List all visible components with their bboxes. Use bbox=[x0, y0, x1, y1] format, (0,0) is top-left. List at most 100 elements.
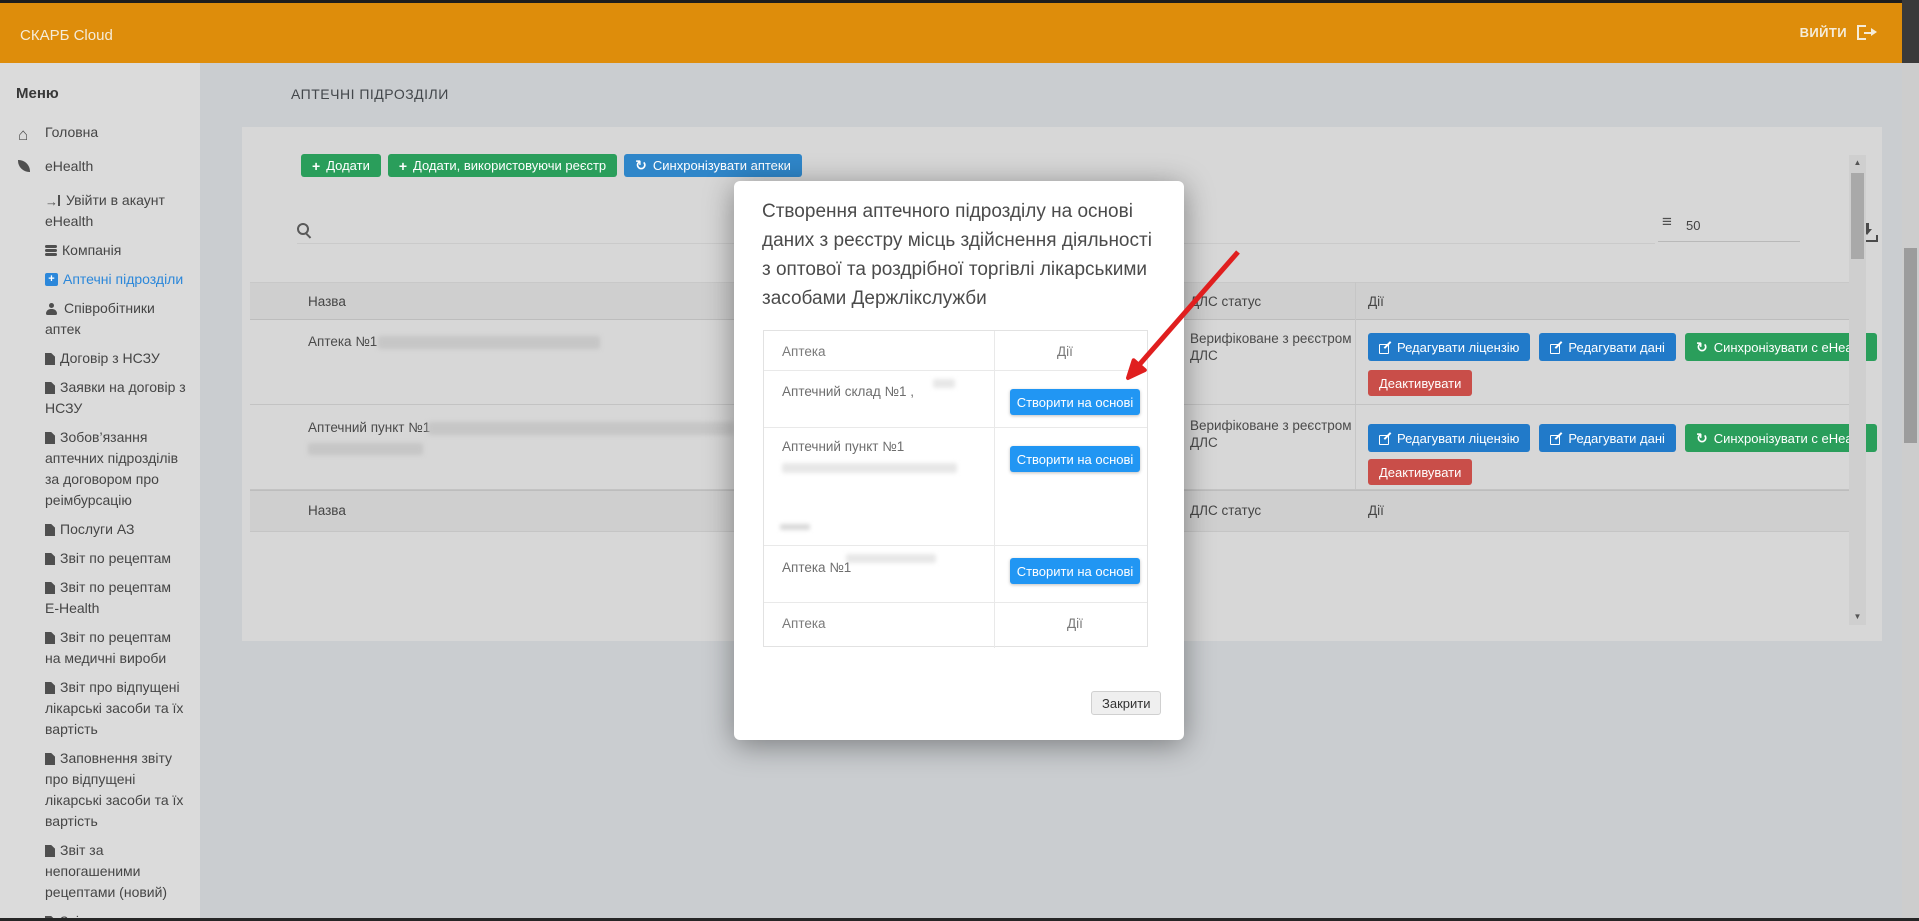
sign-in-icon bbox=[45, 195, 61, 207]
modal-table-footer: Аптека Дії bbox=[764, 603, 1147, 647]
modal-column-actions: Дії bbox=[1057, 344, 1073, 359]
edit-icon bbox=[1550, 432, 1562, 444]
users-icon bbox=[45, 303, 59, 315]
logout-label: ВИЙТИ bbox=[1800, 25, 1847, 40]
row-actions: Редагувати ліцензію Редагувати дані Синх… bbox=[1368, 333, 1877, 361]
modal-row-name: Аптечний пункт №1 bbox=[782, 439, 904, 454]
sidebar-item-dispensed-report[interactable]: Звіт про відпущені лікарські засоби та ї… bbox=[0, 677, 200, 740]
browser-scrollbar[interactable] bbox=[1902, 0, 1919, 921]
edit-license-button[interactable]: Редагувати ліцензію bbox=[1368, 333, 1530, 361]
modal-row-name: Аптечний склад №1 , bbox=[782, 384, 914, 399]
sidebar-item-pharmacy-units[interactable]: Аптечні підрозділи bbox=[0, 269, 200, 290]
row-actions: Редагувати ліцензію Редагувати дані Синх… bbox=[1368, 424, 1877, 452]
modal-row-name: Аптека №1 bbox=[782, 560, 851, 575]
file-icon bbox=[45, 524, 55, 536]
refresh-icon bbox=[1696, 339, 1708, 356]
sidebar: Меню Головна eHealth Увійти в акаунт eHe… bbox=[0, 63, 200, 921]
sidebar-item-rx-report-ehealth[interactable]: Звіт по рецептам E-Health bbox=[0, 577, 200, 619]
modal-table: Аптека Дії Аптечний склад №1 , Аптечний … bbox=[763, 330, 1148, 647]
sidebar-item-home[interactable]: Головна bbox=[0, 122, 200, 143]
column-header-name: Назва bbox=[308, 294, 346, 309]
row-name: Аптека №1 bbox=[308, 334, 377, 349]
modal-table-header: Аптека Дії bbox=[764, 331, 1147, 371]
modal-column-actions: Дії bbox=[1067, 616, 1083, 631]
redacted-text bbox=[782, 463, 957, 473]
home-icon bbox=[18, 125, 28, 146]
page-title: АПТЕЧНІ ПІДРОЗДІЛИ bbox=[291, 86, 449, 102]
edit-icon bbox=[1550, 341, 1562, 353]
redacted-text bbox=[428, 422, 734, 435]
card-scrollbar-thumb[interactable] bbox=[1851, 173, 1864, 259]
card-scrollbar[interactable]: ▲ ▼ bbox=[1849, 155, 1866, 625]
file-icon bbox=[45, 432, 55, 444]
add-button[interactable]: Додати bbox=[301, 154, 381, 177]
navbar: СКАРБ Cloud ВИЙТИ bbox=[0, 3, 1919, 63]
sidebar-header: Меню bbox=[16, 85, 200, 102]
sidebar-item-unpaid-rx-new[interactable]: Звіт за непогашеними рецептами (новий) bbox=[0, 840, 200, 903]
redacted-text bbox=[378, 336, 600, 349]
browser-scrollbar-thumb[interactable] bbox=[1904, 248, 1917, 443]
page-size-select[interactable]: 50 bbox=[1686, 218, 1700, 233]
scroll-down-arrow[interactable]: ▼ bbox=[1849, 609, 1866, 625]
edit-license-button[interactable]: Редагувати ліцензію bbox=[1368, 424, 1530, 452]
row-name: Аптечний пункт №1 bbox=[308, 420, 430, 435]
logout-button[interactable]: ВИЙТИ bbox=[1800, 25, 1877, 40]
app-window: СКАРБ Cloud ВИЙТИ Меню Головна eHealth У… bbox=[0, 0, 1919, 921]
deactivate-button[interactable]: Деактивувати bbox=[1368, 370, 1472, 396]
plus-square-icon bbox=[45, 273, 58, 286]
refresh-icon bbox=[635, 157, 647, 174]
create-from-base-button[interactable]: Створити на основі bbox=[1010, 446, 1140, 472]
close-modal-button[interactable]: Закрити bbox=[1091, 691, 1161, 715]
sidebar-item-company[interactable]: Компанія bbox=[0, 240, 200, 261]
file-icon bbox=[45, 753, 55, 765]
redacted-text bbox=[780, 524, 810, 530]
file-icon bbox=[45, 582, 55, 594]
column-footer-name: Назва bbox=[308, 503, 346, 518]
row-dls-status: Верифіковане з реєстром ДЛС bbox=[1190, 417, 1352, 451]
deactivate-button[interactable]: Деактивувати bbox=[1368, 459, 1472, 485]
sidebar-item-fill-dispensed-report[interactable]: Заповнення звіту про відпущені лікарські… bbox=[0, 748, 200, 832]
sidebar-item-ehealth-login[interactable]: Увійти в акаунт eHealth bbox=[0, 190, 200, 232]
file-icon bbox=[45, 845, 55, 857]
create-from-base-button[interactable]: Створити на основі bbox=[1010, 558, 1140, 584]
sidebar-item-rx-report-medical[interactable]: Звіт по рецептам на медичні вироби bbox=[0, 627, 200, 669]
sidebar-item-ehealth[interactable]: eHealth bbox=[0, 156, 200, 177]
annotation-arrow bbox=[1100, 235, 1260, 405]
search-icon[interactable] bbox=[297, 223, 313, 239]
scrollbar-top-segment bbox=[1902, 0, 1919, 63]
file-icon bbox=[45, 353, 55, 365]
file-icon bbox=[45, 682, 55, 694]
edit-data-button[interactable]: Редагувати дані bbox=[1539, 333, 1676, 361]
column-header-actions: Дії bbox=[1368, 294, 1384, 309]
column-footer-dls-status: ДЛС статус bbox=[1190, 503, 1261, 518]
plus-icon bbox=[399, 160, 407, 172]
app-brand: СКАРБ Cloud bbox=[20, 27, 113, 44]
sidebar-item-az-services[interactable]: Послуги АЗ bbox=[0, 519, 200, 540]
edit-data-button[interactable]: Редагувати дані bbox=[1539, 424, 1676, 452]
edit-icon bbox=[1379, 341, 1391, 353]
plus-icon bbox=[312, 160, 320, 172]
modal-column-divider bbox=[994, 331, 995, 648]
sidebar-item-obligations[interactable]: Зобов’язання аптечних підрозділів за дог… bbox=[0, 427, 200, 511]
toolbar: Додати Додати, використовуючи реєстр Син… bbox=[301, 154, 802, 177]
redacted-text bbox=[846, 554, 936, 563]
sidebar-item-nszu-applications[interactable]: Заявки на договір з НСЗУ bbox=[0, 377, 200, 419]
file-icon bbox=[45, 382, 55, 394]
page-size-underline bbox=[1658, 241, 1800, 242]
scroll-up-arrow[interactable]: ▲ bbox=[1849, 155, 1866, 171]
sync-pharmacies-button[interactable]: Синхронізувати аптеки bbox=[624, 154, 802, 177]
database-icon bbox=[45, 245, 57, 257]
modal-column-name: Аптека bbox=[782, 344, 826, 359]
sidebar-item-pharmacy-staff[interactable]: Співробітники аптек bbox=[0, 298, 200, 340]
page-size-icon bbox=[1662, 212, 1672, 232]
leaf-icon bbox=[18, 160, 30, 172]
redacted-text bbox=[933, 379, 955, 388]
logout-icon bbox=[1857, 25, 1877, 40]
refresh-icon bbox=[1696, 430, 1708, 447]
edit-icon bbox=[1379, 432, 1391, 444]
add-from-registry-button[interactable]: Додати, використовуючи реєстр bbox=[388, 154, 617, 177]
modal-column-name: Аптека bbox=[782, 616, 826, 631]
sidebar-item-rx-report[interactable]: Звіт по рецептам bbox=[0, 548, 200, 569]
column-footer-actions: Дії bbox=[1368, 503, 1384, 518]
sidebar-item-nszu-contract[interactable]: Договір з НСЗУ bbox=[0, 348, 200, 369]
